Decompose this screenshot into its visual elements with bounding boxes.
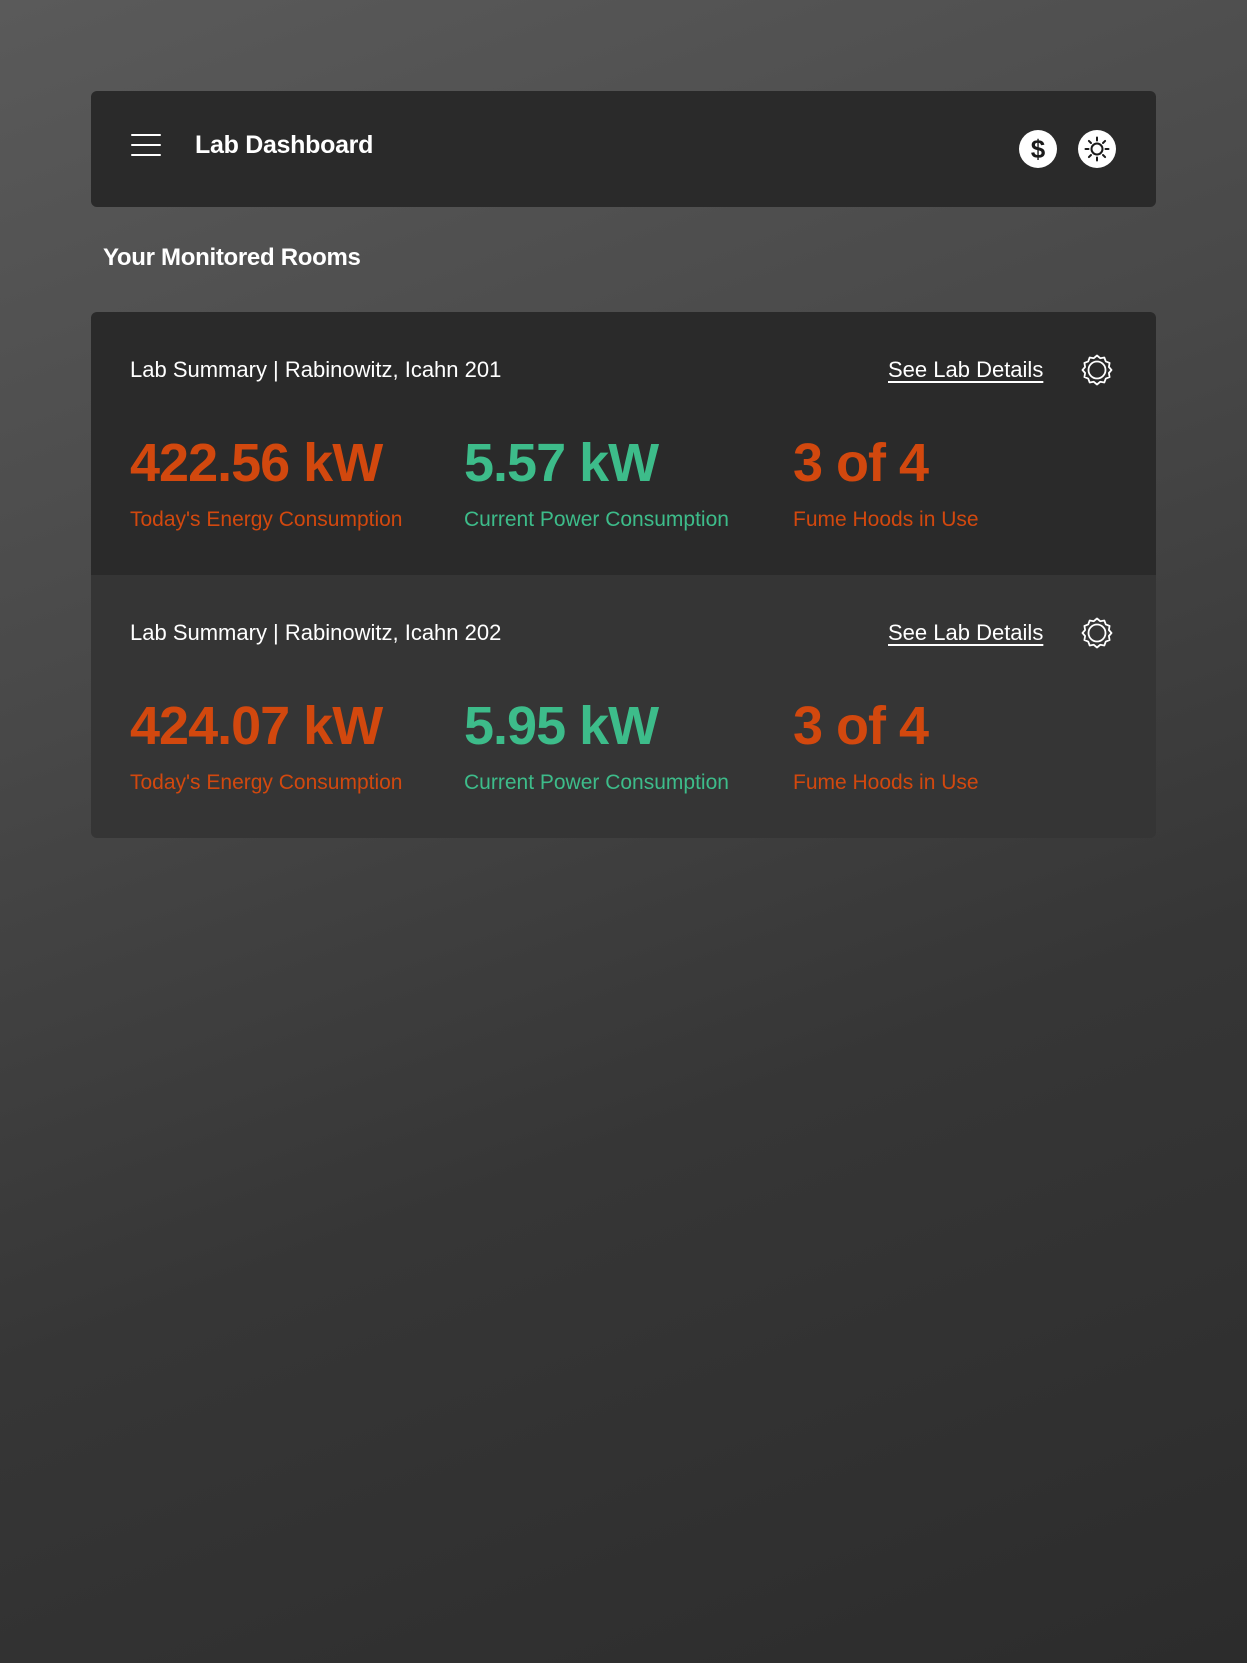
power-metric: 5.57 kW Current Power Consumption [464, 428, 729, 532]
power-label: Current Power Consumption [464, 771, 729, 794]
fume-hoods-label: Fume Hoods in Use [793, 771, 979, 794]
app-header: Lab Dashboard $ [91, 91, 1156, 207]
room-title: Lab Summary | Rabinowitz, Icahn 202 [130, 620, 502, 645]
room-card: Lab Summary | Rabinowitz, Icahn 201 See … [91, 312, 1156, 575]
room-title: Lab Summary | Rabinowitz, Icahn 201 [130, 357, 502, 382]
section-title: Your Monitored Rooms [103, 244, 361, 271]
fume-hoods-label: Fume Hoods in Use [793, 508, 979, 531]
energy-value: 422.56 kW [130, 433, 383, 493]
gear-icon[interactable] [1079, 615, 1115, 651]
energy-metric: 422.56 kW Today's Energy Consumption [130, 428, 403, 532]
room-card: Lab Summary | Rabinowitz, Icahn 202 See … [91, 575, 1156, 838]
power-value: 5.95 kW [464, 696, 659, 756]
energy-label: Today's Energy Consumption [130, 508, 403, 531]
see-lab-details-link[interactable]: See Lab Details [888, 620, 1043, 646]
gear-icon-svg [1081, 354, 1113, 386]
fume-hoods-metric: 3 of 4 Fume Hoods in Use [793, 428, 979, 532]
energy-metric: 424.07 kW Today's Energy Consumption [130, 691, 403, 795]
menu-line [131, 154, 161, 156]
power-value: 5.57 kW [464, 433, 659, 493]
gear-icon-svg [1081, 617, 1113, 649]
menu-line [131, 144, 161, 146]
room-list: Lab Summary | Rabinowitz, Icahn 201 See … [91, 312, 1156, 838]
energy-value: 424.07 kW [130, 696, 383, 756]
energy-label: Today's Energy Consumption [130, 771, 403, 794]
theme-toggle-button[interactable] [1078, 130, 1116, 168]
power-label: Current Power Consumption [464, 508, 729, 531]
see-lab-details-link[interactable]: See Lab Details [888, 357, 1043, 383]
power-metric: 5.95 kW Current Power Consumption [464, 691, 729, 795]
page-title: Lab Dashboard [195, 131, 374, 159]
currency-button[interactable]: $ [1019, 130, 1057, 168]
fume-hoods-metric: 3 of 4 Fume Hoods in Use [793, 691, 979, 795]
sun-icon [1084, 136, 1110, 162]
fume-hoods-value: 3 of 4 [793, 696, 929, 756]
fume-hoods-value: 3 of 4 [793, 433, 929, 493]
gear-icon[interactable] [1079, 352, 1115, 388]
hamburger-menu-icon[interactable] [131, 133, 163, 159]
dollar-sign-icon: $ [1030, 134, 1046, 164]
menu-line [131, 134, 161, 136]
